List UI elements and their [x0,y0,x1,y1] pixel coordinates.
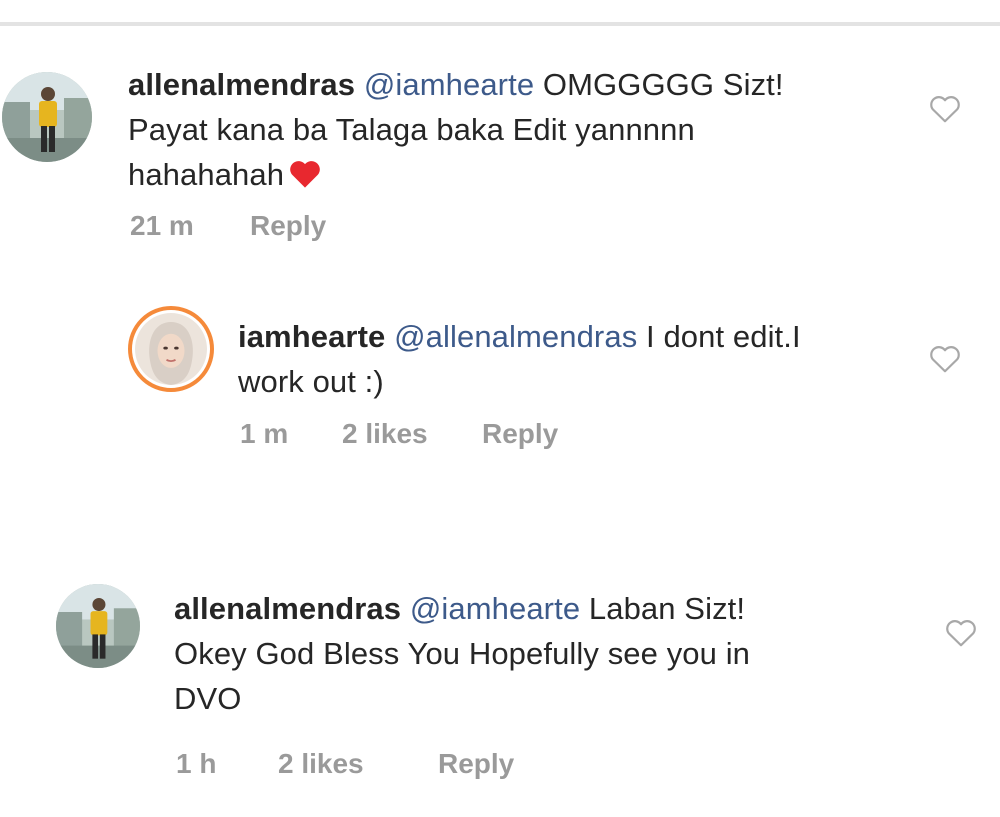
like-heart-icon[interactable] [928,344,962,374]
avatar[interactable] [56,584,140,668]
avatar[interactable] [128,306,214,392]
comment-body-line2: work out :) [238,364,384,399]
comment-mention[interactable]: @allenalmendras [394,319,637,354]
avatar-photo [56,584,140,668]
comment-username[interactable]: iamhearte [238,319,385,354]
like-heart-icon[interactable] [944,618,978,648]
comment-body-line2: Payat kana ba Talaga baka Edit yannnnn [128,112,695,147]
likes-count[interactable]: 2 likes [342,418,428,450]
avatar-photo [135,313,207,385]
comment-time: 1 m [240,418,289,449]
comment-mention[interactable]: @iamhearte [410,591,580,626]
avatar-photo [2,72,92,162]
comment-text: allenalmendras @iamhearte Laban Sizt! Ok… [174,586,914,721]
reply-button[interactable]: Reply [482,418,558,450]
top-divider [0,22,1000,26]
comment-body-line1: Laban Sizt! [588,591,746,626]
reply-button[interactable]: Reply [438,748,514,780]
comment-username[interactable]: allenalmendras [128,67,355,102]
comment-body-line2: Okey God Bless You Hopefully see you in [174,636,751,671]
comment-time: 21 m [130,210,194,241]
avatar[interactable] [2,72,92,162]
comment-time: 1 h [176,748,217,779]
red-heart-emoji [290,161,320,188]
comment-body-line3: DVO [174,681,242,716]
comment-text: iamhearte @allenalmendras I dont edit.I … [238,314,898,404]
comment-body-line1: I dont edit.I [646,319,801,354]
comment-username[interactable]: allenalmendras [174,591,401,626]
comment-body-line1: OMGGGGG Sizt! [542,67,784,102]
comment-text: allenalmendras @iamhearte OMGGGGG Sizt! … [128,62,888,197]
comment-body-line3: hahahahah [128,157,285,192]
like-heart-icon[interactable] [928,94,962,124]
likes-count[interactable]: 2 likes [278,748,364,780]
reply-button[interactable]: Reply [250,210,326,242]
comment-mention[interactable]: @iamhearte [364,67,534,102]
